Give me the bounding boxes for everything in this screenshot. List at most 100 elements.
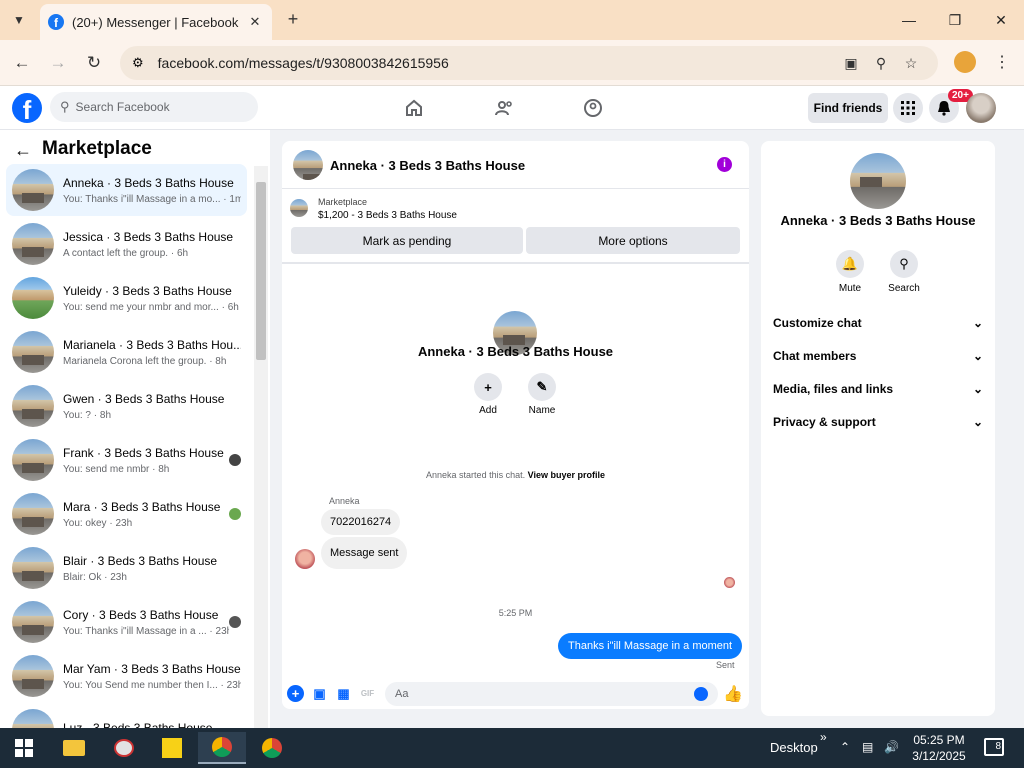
message-input[interactable]: Aa (385, 682, 718, 706)
zoom-icon[interactable]: ⚲ (866, 55, 896, 72)
back-arrow-icon[interactable]: ← (9, 50, 35, 76)
forward-arrow-icon[interactable]: → (45, 50, 71, 76)
profile-name: Anneka · 3 Beds 3 Baths House (417, 344, 614, 359)
conversation-sidebar: ← Marketplace Anneka · 3 Beds 3 Baths Ho… (0, 130, 270, 728)
friends-icon[interactable] (492, 96, 516, 120)
action-center-icon[interactable]: 8 (984, 738, 1004, 756)
menu-grid-icon[interactable] (893, 93, 923, 123)
conversation-item[interactable]: Jessica · 3 Beds 3 Baths House A contact … (6, 218, 247, 270)
back-arrow-icon[interactable]: ← (14, 140, 32, 161)
conversation-item[interactable]: Yuleidy · 3 Beds 3 Baths House You: send … (6, 272, 247, 324)
sticky-notes-icon[interactable] (148, 732, 196, 764)
mute-button[interactable]: 🔔 Mute (826, 250, 874, 294)
media-files-section[interactable]: Media, files and links ⌄ (773, 382, 983, 396)
home-icon[interactable] (402, 96, 426, 120)
conversation-preview: You: ? · 8h (63, 409, 112, 421)
conversation-preview: Marianela Corona left the group. · 8h (63, 355, 227, 367)
conversation-item[interactable]: Blair · 3 Beds 3 Baths House Blair: Ok · … (6, 542, 247, 594)
account-avatar[interactable] (966, 93, 996, 123)
chrome-icon[interactable] (198, 732, 246, 764)
file-explorer-icon[interactable] (50, 732, 98, 764)
add-label: Add (479, 405, 497, 416)
more-options-button[interactable]: More options (526, 227, 740, 254)
message-bubble[interactable]: Message sent (321, 537, 408, 569)
bookmark-star-icon[interactable]: ☆ (896, 55, 926, 72)
pencil-icon: ✎ (528, 373, 556, 401)
emoji-icon[interactable] (694, 687, 708, 701)
restore-button[interactable]: ❐ (932, 0, 978, 40)
search-in-chat-button[interactable]: ⚲ Search (880, 250, 928, 294)
conversation-name: Anneka · 3 Beds 3 Baths House (63, 175, 234, 190)
info-icon[interactable]: i (717, 157, 732, 172)
chat-members-section[interactable]: Chat members ⌄ (773, 349, 983, 363)
conversation-item[interactable]: Marianela · 3 Beds 3 Baths Hou... Mariane… (6, 326, 247, 378)
facebook-search-input[interactable]: ⚲ Search Facebook (50, 92, 258, 122)
conversation-text: Blair · 3 Beds 3 Baths House Blair: Ok · … (63, 554, 241, 583)
sticker-icon[interactable]: ▦ (335, 685, 352, 702)
conversation-avatar (12, 601, 54, 643)
conversation-item[interactable]: Frank · 3 Beds 3 Baths House You: send me… (6, 434, 247, 486)
name-button[interactable]: ✎ Name (512, 373, 572, 416)
page-scrollbar[interactable] (1008, 130, 1024, 728)
conversation-item[interactable]: Mar Yam · 3 Beds 3 Baths House You: You S… (6, 650, 247, 702)
site-info-icon[interactable]: ⚙ (132, 55, 144, 71)
tab-close-icon[interactable]: ✕ (246, 14, 264, 30)
chat-title[interactable]: Anneka · 3 Beds 3 Baths House (330, 158, 525, 173)
facebook-logo-icon[interactable]: f (12, 93, 42, 123)
chrome-menu-icon[interactable]: ⋮ (992, 50, 1012, 76)
install-app-icon[interactable]: ▣ (836, 55, 866, 72)
conversation-name: Mar Yam · 3 Beds 3 Baths House (63, 661, 241, 676)
search-label: Search (888, 283, 920, 294)
conversation-item[interactable]: Cory · 3 Beds 3 Baths House You: Thanks i… (6, 596, 247, 648)
tray-chevron-icon[interactable]: ⌃ (840, 740, 850, 754)
conversation-item[interactable]: Anneka · 3 Beds 3 Baths House You: Thanks… (6, 164, 247, 216)
windows-start-icon[interactable] (0, 732, 48, 764)
conversation-name: Yuleidy · 3 Beds 3 Baths House (63, 283, 232, 298)
tab-search-chevron-icon[interactable]: ▼ (8, 9, 30, 31)
gif-icon[interactable]: GIF (359, 685, 376, 702)
message-bubble[interactable]: 7022016274 (321, 509, 401, 535)
add-button[interactable]: + Add (458, 373, 518, 416)
chrome-profile-avatar[interactable] (954, 51, 976, 73)
volume-icon[interactable]: 🔊 (884, 740, 899, 754)
groups-icon[interactable] (581, 96, 605, 120)
desktop-toolbar-label[interactable]: Desktop (770, 740, 818, 755)
photo-icon[interactable]: ▣ (311, 685, 328, 702)
seen-avatar (229, 454, 241, 466)
thumbs-up-icon[interactable]: 👍 (723, 684, 743, 704)
chat-avatar[interactable] (293, 150, 323, 180)
browser-tab[interactable]: f (20+) Messenger | Facebook ✕ (40, 4, 272, 40)
mark-as-pending-button[interactable]: Mark as pending (291, 227, 523, 254)
double-chevron-icon[interactable]: » (820, 730, 827, 744)
info-avatar[interactable] (850, 153, 906, 209)
clock[interactable]: 05:25 PM 3/12/2025 (908, 732, 970, 764)
conversation-name: Luz · 3 Beds 3 Baths House (63, 721, 213, 728)
url-text[interactable]: facebook.com/messages/t/9308003842615956 (158, 55, 836, 71)
network-icon[interactable]: ▤ (862, 740, 873, 754)
find-friends-button[interactable]: Find friends (808, 93, 888, 123)
close-window-button[interactable]: ✕ (978, 0, 1024, 40)
new-tab-button[interactable]: + (282, 8, 304, 30)
listing-price[interactable]: $1,200 - 3 Beds 3 Baths House (318, 210, 457, 221)
conversation-info-panel: Anneka · 3 Beds 3 Baths House 🔔 Mute ⚲ S… (761, 141, 995, 716)
chrome-profile-icon[interactable] (248, 732, 296, 764)
mute-label: Mute (838, 283, 862, 294)
listing-thumbnail[interactable] (290, 199, 308, 217)
conversation-item[interactable]: Mara · 3 Beds 3 Baths House You: okey · 2… (6, 488, 247, 540)
view-buyer-profile-link[interactable]: View buyer profile (528, 470, 605, 480)
conversation-name: Gwen · 3 Beds 3 Baths House (63, 391, 225, 406)
reload-icon[interactable]: ↻ (81, 50, 107, 76)
conversation-item[interactable]: Gwen · 3 Beds 3 Baths House You: ? · 8h (6, 380, 247, 432)
conversation-item[interactable]: Luz · 3 Beds 3 Baths House (6, 704, 247, 728)
plus-icon[interactable]: + (287, 685, 304, 702)
sidebar-scroll-thumb[interactable] (256, 182, 266, 360)
conversation-preview: You: Thanks i"ill Massage in a ... · 23h (63, 625, 229, 637)
paint-icon[interactable] (100, 732, 148, 764)
my-message-bubble[interactable]: Thanks i"ill Massage in a moment (558, 633, 743, 659)
sender-avatar[interactable] (295, 549, 315, 569)
minimize-button[interactable]: — (886, 0, 932, 40)
message-input-placeholder: Aa (395, 688, 409, 700)
customize-chat-section[interactable]: Customize chat ⌄ (773, 316, 983, 330)
privacy-support-section[interactable]: Privacy & support ⌄ (773, 415, 983, 429)
address-bar[interactable]: ⚙ facebook.com/messages/t/93080038426159… (120, 46, 938, 80)
